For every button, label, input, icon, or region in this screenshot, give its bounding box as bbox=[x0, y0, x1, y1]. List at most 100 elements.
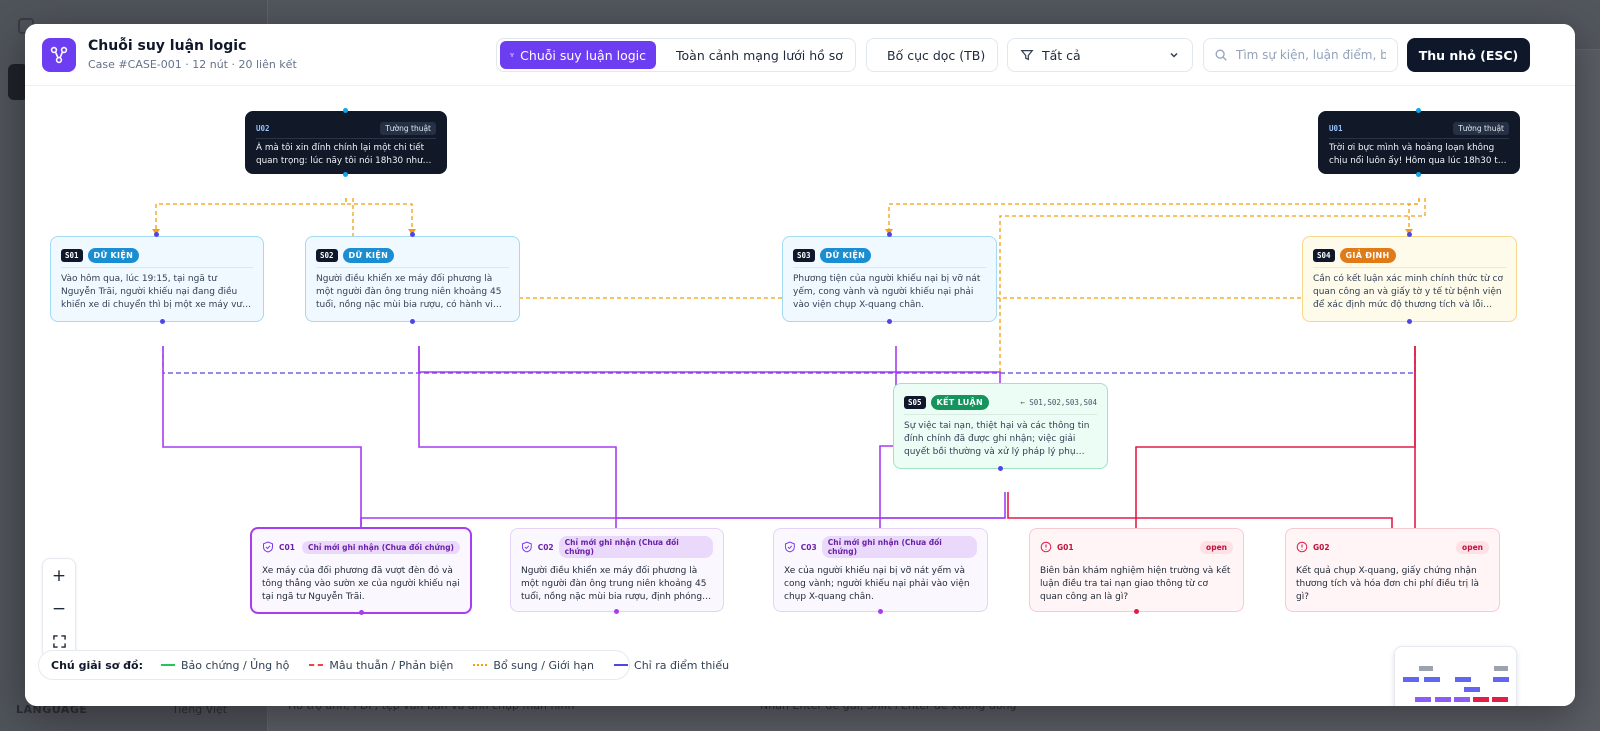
node-text: Xe máy của đối phương đã vượt đèn đỏ và … bbox=[262, 566, 460, 602]
utterance-node-u01[interactable]: U01 Tường thuật Trời ơi bực mình và hoảng… bbox=[1318, 111, 1520, 174]
minimap-node bbox=[1424, 677, 1440, 682]
node-text: Kết quả chụp X-quang, giấy chứng nhận th… bbox=[1296, 566, 1480, 602]
handle-dot[interactable] bbox=[154, 232, 159, 237]
fact-node-s01[interactable]: S01 DỮ KIỆN Vào hôm qua, lúc 19:15, tại n… bbox=[50, 236, 264, 322]
edge-s01-s04-gap bbox=[162, 346, 1416, 374]
handle-dot[interactable] bbox=[160, 319, 165, 324]
minimap-node bbox=[1435, 697, 1451, 702]
chevron-down-icon bbox=[1170, 52, 1178, 58]
minimize-button[interactable]: Thu nhỏ (ESC) bbox=[1407, 38, 1530, 72]
fullscreen-icon bbox=[52, 635, 66, 648]
node-type-badge: GIẢ ĐỊNH bbox=[1339, 247, 1396, 263]
node-kind-badge: Tường thuật bbox=[1453, 121, 1509, 135]
filter-select[interactable]: Tất cả bbox=[1007, 38, 1193, 72]
claim-node-c03[interactable]: C03 Chỉ mới ghi nhận (Chưa đối chứng) Xe … bbox=[773, 528, 988, 612]
legend-title: Chú giải sơ đồ: bbox=[51, 658, 143, 672]
handle-dot[interactable] bbox=[1407, 232, 1412, 237]
edge-u02-s02 bbox=[345, 198, 413, 231]
node-id: C01 bbox=[279, 542, 295, 552]
handle-dot[interactable] bbox=[1416, 172, 1421, 177]
handle-dot[interactable] bbox=[343, 172, 348, 177]
gap-node-g02[interactable]: G02 open Kết quả chụp X-quang, giấy chứng… bbox=[1285, 528, 1500, 612]
handle-dot[interactable] bbox=[343, 108, 348, 113]
edge-s04-g01 bbox=[1135, 346, 1416, 543]
node-id: U02 bbox=[256, 123, 270, 133]
handle-dot[interactable] bbox=[410, 319, 415, 324]
zoom-in-button[interactable]: + bbox=[43, 559, 75, 592]
claim-node-c01[interactable]: C01 Chỉ mới ghi nhận (Chưa đối chứng) Xe … bbox=[250, 527, 472, 614]
shield-check-icon bbox=[521, 541, 532, 553]
tab-network-overview[interactable]: Toàn cảnh mạng lưới hồ sơ bbox=[660, 41, 852, 69]
handle-dot[interactable] bbox=[1416, 108, 1421, 113]
handle-dot[interactable] bbox=[887, 319, 892, 324]
divider bbox=[316, 267, 509, 268]
zoom-out-button[interactable]: − bbox=[43, 592, 75, 625]
legend-item-gap: Chỉ ra điểm thiếu bbox=[614, 659, 729, 672]
filter-value: Tất cả bbox=[1042, 47, 1081, 63]
edge-s02-c02 bbox=[418, 346, 617, 543]
shield-check-icon bbox=[263, 541, 273, 553]
modal-header: Chuỗi suy luận logic Case #CASE-001 · 12… bbox=[25, 24, 1575, 86]
minimap-node bbox=[1403, 677, 1419, 682]
node-text: Trời ơi bực mình và hoảng loạn không chị… bbox=[1329, 143, 1506, 166]
diagram-canvas[interactable]: U02 Tường thuật À mà tôi xin đính chính l… bbox=[25, 86, 1575, 706]
view-switcher: Chuỗi suy luận logic Toàn cảnh mạng lưới… bbox=[496, 38, 856, 72]
fact-node-s02[interactable]: S02 DỮ KIỆN Người điều khiển xe máy đối p… bbox=[305, 236, 520, 322]
node-id: U01 bbox=[1329, 123, 1343, 133]
node-type-badge: DỮ KIỆN bbox=[342, 247, 395, 263]
divider bbox=[61, 267, 253, 268]
handle-dot[interactable] bbox=[878, 609, 883, 614]
utterance-node-u02[interactable]: U02 Tường thuật À mà tôi xin đính chính l… bbox=[245, 111, 447, 174]
logic-chain-modal: Chuỗi suy luận logic Case #CASE-001 · 12… bbox=[25, 24, 1575, 706]
claim-status-badge: Chỉ mới ghi nhận (Chưa đối chứng) bbox=[301, 540, 460, 554]
conclusion-node-s05[interactable]: S05 KẾT LUẬN ← S01,S02,S03,S04 Sự việc tai… bbox=[893, 383, 1108, 469]
node-type-badge: DỮ KIỆN bbox=[87, 247, 140, 263]
node-text: Vào hôm qua, lúc 19:15, tại ngã tư Nguyễ… bbox=[61, 274, 252, 310]
legend-label: Chỉ ra điểm thiếu bbox=[634, 658, 730, 672]
gap-status-badge: open bbox=[1200, 540, 1233, 554]
modal-title: Chuỗi suy luận logic bbox=[88, 38, 247, 54]
handle-dot[interactable] bbox=[998, 466, 1003, 471]
divider bbox=[904, 414, 1097, 415]
gap-node-g01[interactable]: G01 open Biên bản khám nghiệm hiện trường… bbox=[1029, 528, 1244, 612]
minimap-node bbox=[1464, 687, 1480, 692]
layout-toggle-button[interactable]: Bố cục dọc (TB) bbox=[866, 38, 998, 72]
zoom-controls: + − bbox=[42, 558, 76, 658]
node-type-badge: KẾT LUẬN bbox=[930, 394, 990, 410]
node-id: C02 bbox=[537, 542, 554, 552]
legend-label: Bảo chứng / Ủng hộ bbox=[181, 658, 290, 672]
node-id: S02 bbox=[316, 248, 338, 262]
legend-label: Bổ sung / Giới hạn bbox=[493, 658, 595, 672]
handle-dot[interactable] bbox=[1407, 319, 1412, 324]
handle-dot[interactable] bbox=[614, 609, 619, 614]
minimap-node bbox=[1419, 666, 1433, 671]
node-id: C03 bbox=[800, 542, 817, 552]
handle-dot[interactable] bbox=[359, 610, 364, 615]
divider bbox=[1313, 267, 1506, 268]
handle-dot[interactable] bbox=[1134, 609, 1139, 614]
minimap-node bbox=[1415, 697, 1431, 702]
fact-node-s03[interactable]: S03 DỮ KIỆN Phương tiện của người khiếu n… bbox=[782, 236, 997, 322]
assumption-node-s04[interactable]: S04 GIẢ ĐỊNH Cần có kết luận xác minh chí… bbox=[1302, 236, 1517, 322]
minimap[interactable] bbox=[1394, 646, 1517, 706]
node-references: ← S01,S02,S03,S04 bbox=[1020, 397, 1097, 407]
legend-label: Mâu thuẫn / Phản biện bbox=[329, 658, 454, 672]
tab-logic-chain-label: Chuỗi suy luận logic bbox=[520, 47, 646, 63]
legend-swatch bbox=[161, 664, 175, 666]
legend-item-support: Bảo chứng / Ủng hộ bbox=[161, 659, 289, 672]
handle-dot[interactable] bbox=[887, 232, 892, 237]
edge-s01-c01 bbox=[162, 346, 362, 543]
layout-label: Bố cục dọc (TB) bbox=[887, 47, 986, 63]
claim-node-c02[interactable]: C02 Chỉ mới ghi nhận (Chưa đối chứng) Ngư… bbox=[510, 528, 724, 612]
minimap-node bbox=[1493, 677, 1509, 682]
diagram-legend: Chú giải sơ đồ: Bảo chứng / Ủng hộ Mâu t… bbox=[38, 650, 729, 680]
search-input[interactable] bbox=[1236, 48, 1386, 62]
node-id: G01 bbox=[1057, 542, 1074, 552]
tab-logic-chain[interactable]: Chuỗi suy luận logic bbox=[500, 41, 656, 69]
node-text: Biên bản khám nghiệm hiện trường và kết … bbox=[1040, 566, 1231, 602]
minimap-node bbox=[1455, 677, 1471, 682]
node-text: À mà tôi xin đính chính lại một chi tiết… bbox=[256, 143, 434, 166]
handle-dot[interactable] bbox=[410, 232, 415, 237]
divider bbox=[1329, 138, 1509, 139]
alert-circle-icon bbox=[1040, 541, 1052, 553]
